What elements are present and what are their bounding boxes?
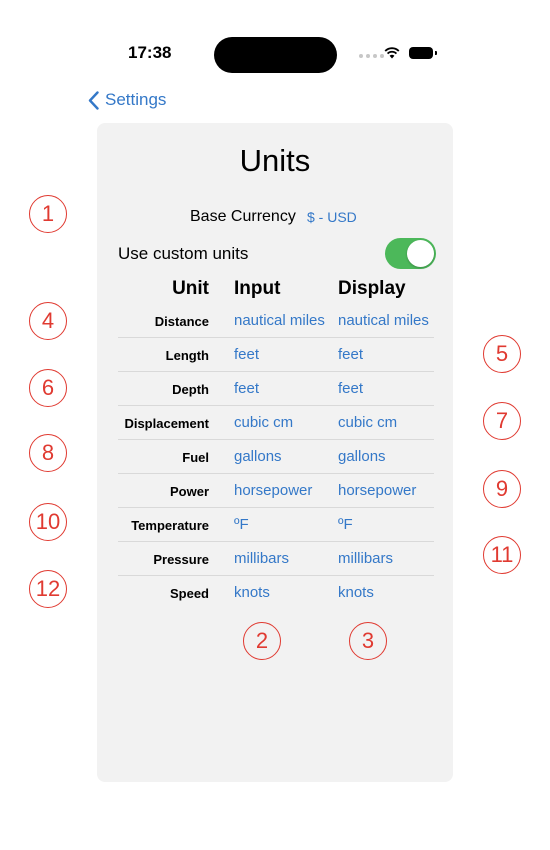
unit-name: Speed [169,586,209,601]
unit-row-power: Power horsepower horsepower [118,474,434,508]
annotation-marker-4: 4 [29,302,67,340]
wifi-icon [384,46,400,64]
unit-name: Fuel [182,450,209,465]
column-header-display: Display [338,278,406,299]
chevron-left-icon [88,90,99,110]
display-unit-temperature[interactable]: ºF [338,516,353,533]
toggle-knob [407,240,434,267]
units-table: Distance nautical miles nautical miles L… [118,304,434,609]
annotation-marker-7: 7 [483,402,521,440]
display-unit-power[interactable]: horsepower [338,482,416,499]
base-currency-value[interactable]: $ - USD [307,209,357,225]
display-unit-distance[interactable]: nautical miles [338,312,429,329]
unit-name: Power [169,484,209,499]
input-unit-distance[interactable]: nautical miles [234,312,325,329]
custom-units-label: Use custom units [118,244,249,263]
annotation-marker-5: 5 [483,335,521,373]
unit-row-fuel: Fuel gallons gallons [118,440,434,474]
unit-row-pressure: Pressure millibars millibars [118,542,434,576]
annotation-marker-1: 1 [29,195,67,233]
unit-row-depth: Depth feet feet [118,372,434,406]
unit-name: Temperature [131,518,209,533]
battery-icon [409,47,437,59]
input-unit-power[interactable]: horsepower [234,482,312,499]
column-header-unit: Unit [172,278,209,299]
display-unit-depth[interactable]: feet [338,380,363,397]
unit-name: Pressure [153,552,209,567]
display-unit-fuel[interactable]: gallons [338,448,386,465]
annotation-marker-2: 2 [243,622,281,660]
unit-row-temperature: Temperature ºF ºF [118,508,434,542]
input-unit-depth[interactable]: feet [234,380,259,397]
unit-name: Length [165,348,209,363]
input-unit-fuel[interactable]: gallons [234,448,282,465]
column-header-input: Input [234,278,281,299]
display-unit-length[interactable]: feet [338,346,363,363]
unit-row-speed: Speed knots knots [118,576,434,609]
input-unit-displacement[interactable]: cubic cm [234,414,293,431]
annotation-marker-3: 3 [349,622,387,660]
input-unit-length[interactable]: feet [234,346,259,363]
annotation-marker-12: 12 [29,570,67,608]
annotation-marker-8: 8 [29,434,67,472]
input-unit-temperature[interactable]: ºF [234,516,249,533]
display-unit-speed[interactable]: knots [338,584,374,601]
display-unit-pressure[interactable]: millibars [338,550,393,567]
base-currency-label: Base Currency [190,208,296,225]
status-time: 17:38 [128,43,172,62]
unit-row-displacement: Displacement cubic cm cubic cm [118,406,434,440]
dynamic-island [214,37,337,73]
annotation-marker-9: 9 [483,470,521,508]
page-title: Units [239,143,311,178]
unit-row-length: Length feet feet [118,338,434,372]
cellular-signal-icon [359,54,384,58]
input-unit-pressure[interactable]: millibars [234,550,289,567]
unit-name: Depth [172,382,209,397]
annotation-marker-10: 10 [29,503,67,541]
display-unit-displacement[interactable]: cubic cm [338,414,397,431]
unit-row-distance: Distance nautical miles nautical miles [118,304,434,338]
annotation-marker-11: 11 [483,536,521,574]
back-button[interactable]: Settings [88,90,166,110]
back-label: Settings [105,90,167,109]
unit-name: Distance [154,314,209,329]
unit-name: Displacement [124,416,209,431]
custom-units-toggle[interactable] [385,238,436,269]
input-unit-speed[interactable]: knots [234,584,270,601]
annotation-marker-6: 6 [29,369,67,407]
